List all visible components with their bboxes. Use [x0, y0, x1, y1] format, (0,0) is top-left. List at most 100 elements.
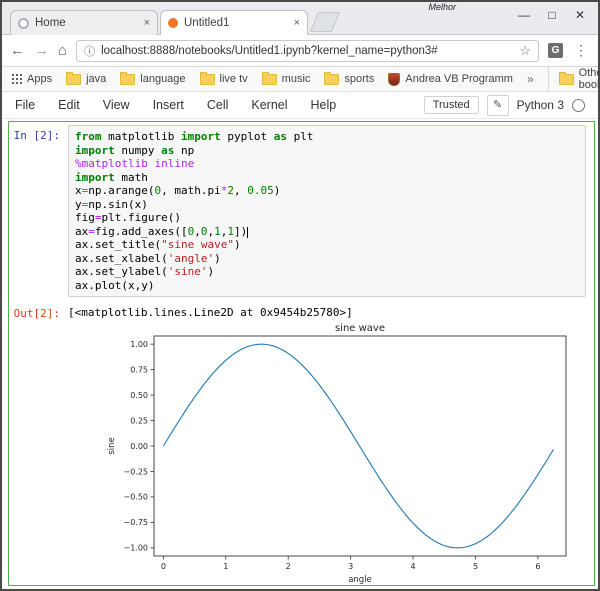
code-token: np.arange( — [88, 184, 154, 197]
code-token: , math.pi — [161, 184, 221, 197]
site-info-icon[interactable]: ⓘ — [84, 43, 95, 59]
tick-label: 5 — [473, 562, 478, 571]
kernel-name: Python 3 — [517, 98, 564, 112]
menu-item-help[interactable]: Help — [311, 98, 337, 112]
minimize-button[interactable]: — — [510, 5, 538, 25]
code-line: ax.plot(x,y) — [75, 279, 579, 293]
other-bookmarks[interactable]: Other bookmarks — [548, 67, 600, 91]
bookmark-folder-music[interactable]: music — [262, 73, 311, 85]
code-token: = — [88, 225, 95, 238]
code-token: np.sin(x) — [88, 198, 148, 211]
tab-untitled1[interactable]: Untitled1 × — [160, 10, 308, 35]
edit-pencil-icon[interactable]: ✎ — [487, 95, 509, 116]
selected-code-cell[interactable]: In [2]: from matplotlib import pyplot as… — [8, 121, 595, 586]
x-axis-label: angle — [348, 575, 372, 585]
bookmark-star-icon[interactable]: ☆ — [519, 43, 531, 59]
code-token: fig.add_axes([ — [95, 225, 188, 238]
input-prompt: In [2]: — [12, 125, 68, 142]
code-token: ax — [75, 225, 88, 238]
code-token: = — [95, 211, 102, 224]
back-icon[interactable]: ← — [10, 43, 25, 58]
bookmark-apps[interactable]: Apps — [12, 73, 52, 85]
code-token: 'angle' — [168, 252, 214, 265]
code-line: fig=plt.figure() — [75, 211, 579, 225]
url-text[interactable]: localhost:8888/notebooks/Untitled1.ipynb… — [101, 45, 513, 57]
tick-label: 6 — [535, 562, 540, 571]
tick-label: −0.25 — [123, 467, 148, 476]
output-row: Out[2]: [<matplotlib.lines.Line2D at 0x9… — [12, 303, 591, 320]
code-token: 1 — [227, 225, 234, 238]
bookmark-folder-java[interactable]: java — [66, 73, 106, 85]
jupyter-status-cluster: Trusted ✎ Python 3 — [424, 95, 585, 116]
bookmark-label: Andrea VB Programm — [405, 73, 513, 85]
menu-item-kernel[interactable]: Kernel — [251, 98, 287, 112]
input-row: In [2]: from matplotlib import pyplot as… — [12, 125, 591, 297]
home-tab-favicon-icon — [18, 18, 29, 29]
trusted-badge[interactable]: Trusted — [424, 96, 479, 114]
code-token: from — [75, 130, 102, 143]
kernel-status-icon — [572, 99, 585, 112]
tick-label: 0 — [161, 562, 166, 571]
bookmark-site[interactable]: Andrea VB Programm — [388, 73, 513, 86]
code-line: ax.set_xlabel('angle') — [75, 252, 579, 266]
tabs: Home × Untitled1 × — [10, 10, 336, 35]
menu-item-edit[interactable]: Edit — [58, 98, 80, 112]
menu-item-view[interactable]: View — [103, 98, 130, 112]
code-token: fig — [75, 211, 95, 224]
bookmark-folder-live-tv[interactable]: live tv — [200, 73, 248, 85]
code-line: import numpy as np — [75, 144, 579, 158]
code-token: 'sine' — [168, 265, 208, 278]
folder-icon — [324, 74, 339, 85]
code-token: plt.figure() — [102, 211, 181, 224]
menu-item-insert[interactable]: Insert — [153, 98, 184, 112]
bookmark-label: language — [140, 73, 185, 85]
browser-window: Melhor — □ ✕ Home × Untitled1 × ← → ⌂ ⓘ — [0, 0, 600, 591]
folder-icon — [200, 74, 215, 85]
code-token: pyplot — [221, 130, 274, 143]
folder-icon — [66, 74, 81, 85]
tab-home[interactable]: Home × — [10, 10, 158, 35]
code-line: y=np.sin(x) — [75, 198, 579, 212]
tick-label: 1.00 — [130, 340, 148, 349]
bookmark-label: Apps — [27, 73, 52, 85]
new-tab-button[interactable] — [310, 12, 340, 32]
code-token: numpy — [115, 144, 161, 157]
code-line: from matplotlib import pyplot as plt — [75, 130, 579, 144]
tab-close-icon[interactable]: × — [294, 17, 300, 29]
code-token: , — [234, 184, 247, 197]
plot-output: sine wave angle sine 01234561.000.750.50… — [84, 322, 591, 589]
tick-label: 2 — [286, 562, 291, 571]
bookmark-folder-sports[interactable]: sports — [324, 73, 374, 85]
code-token: ) — [214, 252, 221, 265]
code-token: ax.plot(x,y) — [75, 279, 154, 292]
forward-icon[interactable]: → — [34, 43, 49, 58]
extension-icon[interactable]: G — [548, 43, 563, 58]
code-line: import math — [75, 171, 579, 185]
code-token: import — [181, 130, 221, 143]
menu-item-cell[interactable]: Cell — [207, 98, 229, 112]
code-token: 2 — [227, 184, 234, 197]
code-token: ) — [274, 184, 281, 197]
code-editor[interactable]: from matplotlib import pyplot as pltimpo… — [68, 125, 586, 297]
window-controls: — □ ✕ — [510, 5, 594, 25]
tick-label: 0.75 — [130, 365, 148, 374]
bookmark-folder-language[interactable]: language — [120, 73, 185, 85]
address-bar[interactable]: ⓘ localhost:8888/notebooks/Untitled1.ipy… — [76, 40, 539, 62]
output-text: [<matplotlib.lines.Line2D at 0x9454b2578… — [68, 303, 353, 319]
tab-close-icon[interactable]: × — [144, 17, 150, 29]
code-token: , — [194, 225, 201, 238]
code-line: ax=fig.add_axes([0,0,1,1]) — [75, 225, 579, 239]
menu-item-file[interactable]: File — [15, 98, 35, 112]
tab-strip: Melhor — □ ✕ Home × Untitled1 × — [2, 2, 598, 35]
bookmarks-bar: Apps java language live tv music sports Andr… — [2, 67, 598, 92]
code-token: %matplotlib inline — [75, 157, 194, 170]
code-token: 1 — [214, 225, 221, 238]
bookmarks-overflow-icon[interactable]: » — [527, 72, 534, 86]
home-icon[interactable]: ⌂ — [58, 43, 67, 58]
close-button[interactable]: ✕ — [566, 5, 594, 25]
tick-label: 0.50 — [130, 391, 148, 400]
maximize-button[interactable]: □ — [538, 5, 566, 25]
browser-menu-icon[interactable]: ⋮ — [572, 42, 590, 59]
tick-label: 0.00 — [130, 442, 148, 451]
bookmark-label: sports — [344, 73, 374, 85]
